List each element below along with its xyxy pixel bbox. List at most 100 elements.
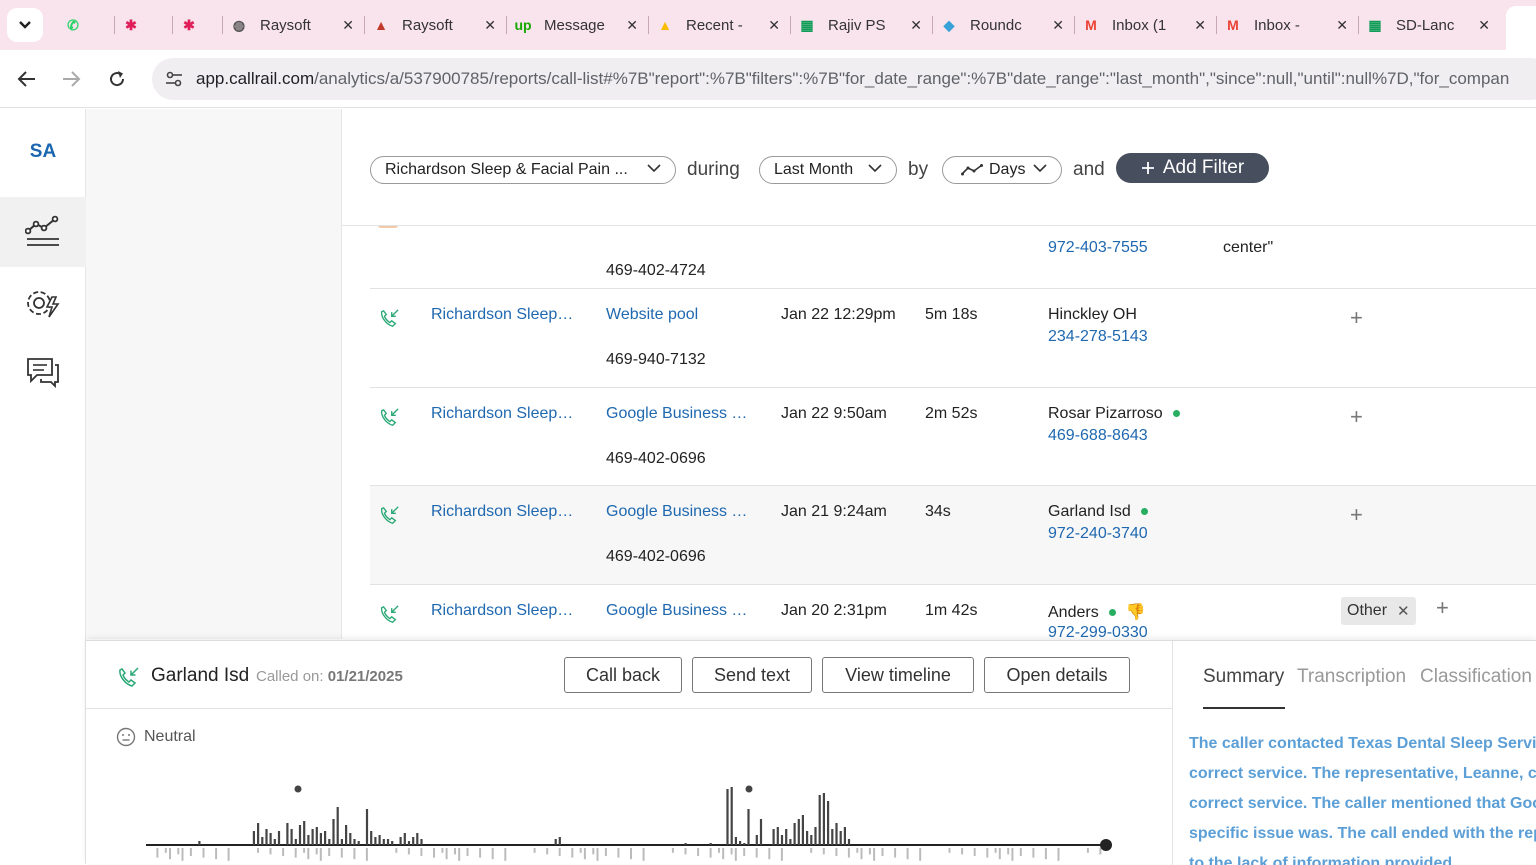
thumbs-down-icon[interactable]: 👎	[1126, 604, 1146, 621]
source-link[interactable]: Website pool	[606, 306, 698, 324]
nav-messages[interactable]	[0, 337, 86, 407]
waveform-bar	[558, 837, 561, 845]
forward-button[interactable]	[56, 64, 86, 94]
add-tag-icon[interactable]: +	[1436, 595, 1449, 621]
waveform-bar	[252, 831, 255, 845]
add-filter-button[interactable]: Add Filter	[1116, 153, 1269, 183]
table-row[interactable]: Richardson Sleep… Google Business … Jan 20…	[370, 585, 1536, 640]
company-link[interactable]: Richardson Sleep…	[431, 602, 573, 620]
waveform-bar	[789, 839, 792, 845]
close-tab-icon[interactable]: ✕	[342, 17, 354, 34]
company-link[interactable]: Richardson Sleep…	[431, 306, 573, 324]
tab-search-button[interactable]	[7, 8, 43, 42]
active-browser-tab[interactable]	[1506, 6, 1536, 50]
waveform-bar-secondary	[189, 848, 192, 856]
close-tab-icon[interactable]: ✕	[1052, 17, 1064, 34]
by-label: by	[908, 159, 929, 180]
address-bar[interactable]: app.callrail.com/analytics/a/537900785/r…	[152, 58, 1536, 100]
waveform-bar	[273, 839, 276, 845]
tab-transcription[interactable]: Transcription	[1297, 666, 1406, 688]
close-tab-icon[interactable]: ✕	[484, 17, 496, 34]
browser-tab[interactable]: M Inbox (1 ✕	[1080, 8, 1210, 42]
send-text-button[interactable]: Send text	[692, 657, 812, 693]
back-button[interactable]	[12, 64, 42, 94]
tab-summary[interactable]: Summary	[1203, 666, 1284, 688]
source-link[interactable]: Google Business …	[606, 503, 747, 521]
call-detail-header: Garland Isd Called on: 01/21/2025 Call b…	[86, 641, 1172, 709]
caller-number-link[interactable]: 972-403-7555	[1048, 239, 1148, 257]
browser-tab[interactable]: M Inbox - ✕	[1222, 8, 1352, 42]
waveform-bar-secondary	[919, 848, 922, 861]
browser-tab[interactable]: ▦ Rajiv PS ✕	[796, 8, 926, 42]
waveform-bar-secondary	[948, 848, 951, 853]
company-filter-dropdown[interactable]: Richardson Sleep & Facial Pain ...	[370, 156, 676, 184]
browser-tab[interactable]: ✆	[62, 8, 96, 42]
browser-tab[interactable]: ▲ Raysoft ✕	[370, 8, 500, 42]
table-row[interactable]: Richardson Sleep… Google Business … 469-40…	[370, 388, 1536, 486]
waveform-bar	[759, 819, 763, 845]
close-tab-icon[interactable]: ✕	[1336, 17, 1348, 34]
waveform-bar-secondary	[986, 848, 989, 858]
waveform-bar-secondary	[420, 848, 423, 856]
url-text[interactable]: app.callrail.com/analytics/a/537900785/r…	[196, 69, 1509, 89]
nav-settings[interactable]	[0, 269, 86, 339]
waveform-bar-secondary	[365, 848, 368, 861]
call-date: Jan 22 9:50am	[781, 405, 887, 422]
roundcube-icon: ◆	[943, 16, 955, 33]
slack-icon: ✱	[183, 16, 195, 33]
close-tab-icon[interactable]: ✕	[910, 17, 922, 34]
open-details-button[interactable]: Open details	[984, 657, 1130, 693]
plus-icon	[1141, 161, 1155, 175]
close-tab-icon[interactable]: ✕	[1478, 17, 1490, 34]
reload-button[interactable]	[102, 64, 132, 94]
date-range-value: Last Month	[774, 161, 854, 178]
waveform-bar-secondary	[810, 848, 813, 853]
call-date: Jan 20 2:31pm	[781, 602, 887, 619]
add-tag-icon[interactable]: +	[1350, 502, 1363, 528]
close-tab-icon[interactable]: ✕	[768, 17, 780, 34]
waveform-bar-secondary	[340, 848, 343, 858]
waveform-bar	[785, 829, 788, 845]
caller-number-link[interactable]: 972-299-0330	[1048, 624, 1148, 640]
audio-waveform[interactable]	[142, 781, 1116, 865]
browser-tab[interactable]: ✱	[120, 8, 154, 42]
tab-classification[interactable]: Classification	[1420, 666, 1532, 688]
source-link[interactable]: Google Business …	[606, 602, 747, 620]
remove-tag-icon[interactable]: ✕	[1397, 602, 1410, 620]
view-timeline-button[interactable]: View timeline	[822, 657, 974, 693]
called-on-date: 01/21/2025	[327, 668, 403, 685]
table-row[interactable]: 469-402-4724 972-403-7555 center"	[370, 226, 1536, 289]
caller-number-link[interactable]: 972-240-3740	[1048, 525, 1148, 543]
caller-number-link[interactable]: 234-278-5143	[1048, 328, 1148, 346]
date-range-dropdown[interactable]: Last Month	[759, 156, 897, 184]
waveform-bar	[420, 839, 423, 845]
waveform-bar-secondary	[604, 848, 607, 856]
add-tag-icon[interactable]: +	[1350, 305, 1363, 331]
site-info-icon[interactable]	[162, 67, 186, 91]
company-link[interactable]: Richardson Sleep…	[431, 503, 573, 521]
waveform-bar	[261, 837, 264, 845]
browser-tab[interactable]: ✱	[178, 8, 212, 42]
browser-tab[interactable]: ◍ Raysoft ✕	[228, 8, 358, 42]
waveform-bar-secondary	[466, 848, 469, 856]
caller-number-link[interactable]: 469-688-8643	[1048, 427, 1148, 445]
waveform-bar	[726, 789, 729, 845]
interval-dropdown[interactable]: Days	[942, 156, 1062, 184]
table-row[interactable]: Richardson Sleep… Google Business … 469-40…	[370, 486, 1536, 585]
waveform-bar	[378, 835, 381, 845]
browser-tab[interactable]: ▦ SD-Lanc ✕	[1364, 8, 1494, 42]
close-tab-icon[interactable]: ✕	[1194, 17, 1206, 34]
browser-tab[interactable]: up Message ✕	[512, 8, 642, 42]
company-link[interactable]: Richardson Sleep…	[431, 405, 573, 423]
browser-tab[interactable]: ◆ Roundc ✕	[938, 8, 1068, 42]
source-link[interactable]: Google Business …	[606, 405, 747, 423]
nav-analytics[interactable]	[0, 197, 86, 267]
account-logo[interactable]: SA	[0, 141, 86, 163]
waveform-marker	[294, 785, 302, 793]
close-tab-icon[interactable]: ✕	[626, 17, 638, 34]
browser-tab[interactable]: ▲ Recent - ✕	[654, 8, 784, 42]
waveform-bar-secondary	[894, 848, 897, 858]
add-tag-icon[interactable]: +	[1350, 404, 1363, 430]
table-row[interactable]: Richardson Sleep… Website pool 469-940-713…	[370, 289, 1536, 388]
call-back-button[interactable]: Call back	[564, 657, 682, 693]
